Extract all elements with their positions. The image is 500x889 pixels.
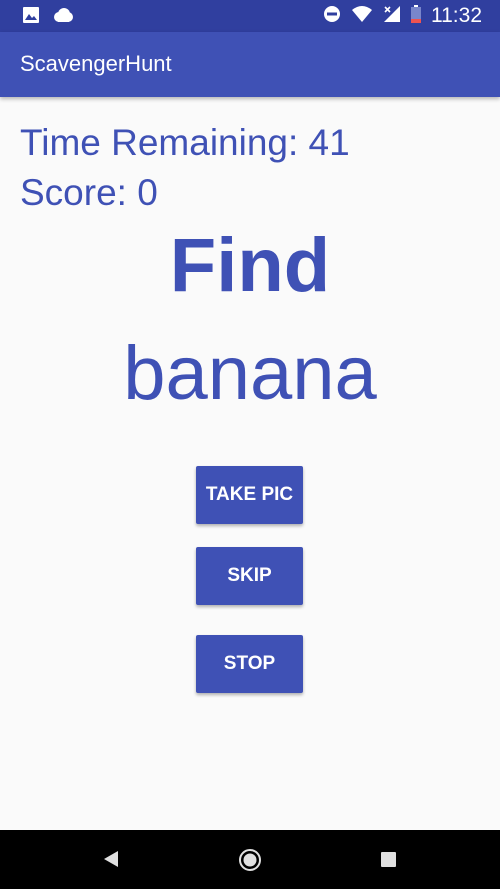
skip-button[interactable]: SKIP <box>196 547 303 605</box>
recents-icon[interactable] <box>381 852 396 872</box>
status-bar: 11:32 <box>0 0 500 32</box>
do-not-disturb-icon <box>323 5 341 28</box>
find-heading: Find <box>169 223 331 308</box>
image-icon <box>22 6 40 29</box>
cellular-no-data-icon <box>383 5 401 28</box>
app-title: ScavengerHunt <box>20 51 172 76</box>
navigation-bar <box>0 830 500 889</box>
battery-low-icon <box>411 4 421 28</box>
score-label: Score: 0 <box>20 172 158 213</box>
cloud-icon <box>52 7 74 28</box>
time-remaining-label: Time Remaining: 41 <box>20 122 350 163</box>
take-pic-button[interactable]: TAKE PIC <box>196 466 303 524</box>
wifi-icon <box>351 5 373 28</box>
back-icon[interactable] <box>103 850 119 873</box>
stop-button[interactable]: STOP <box>196 635 303 693</box>
status-notifications <box>22 6 74 29</box>
app-bar: ScavengerHunt <box>0 32 500 97</box>
home-icon[interactable] <box>238 848 262 877</box>
status-system-icons: 11:32 <box>323 0 482 32</box>
status-time: 11:32 <box>431 4 482 27</box>
target-item-label: banana <box>123 331 377 416</box>
